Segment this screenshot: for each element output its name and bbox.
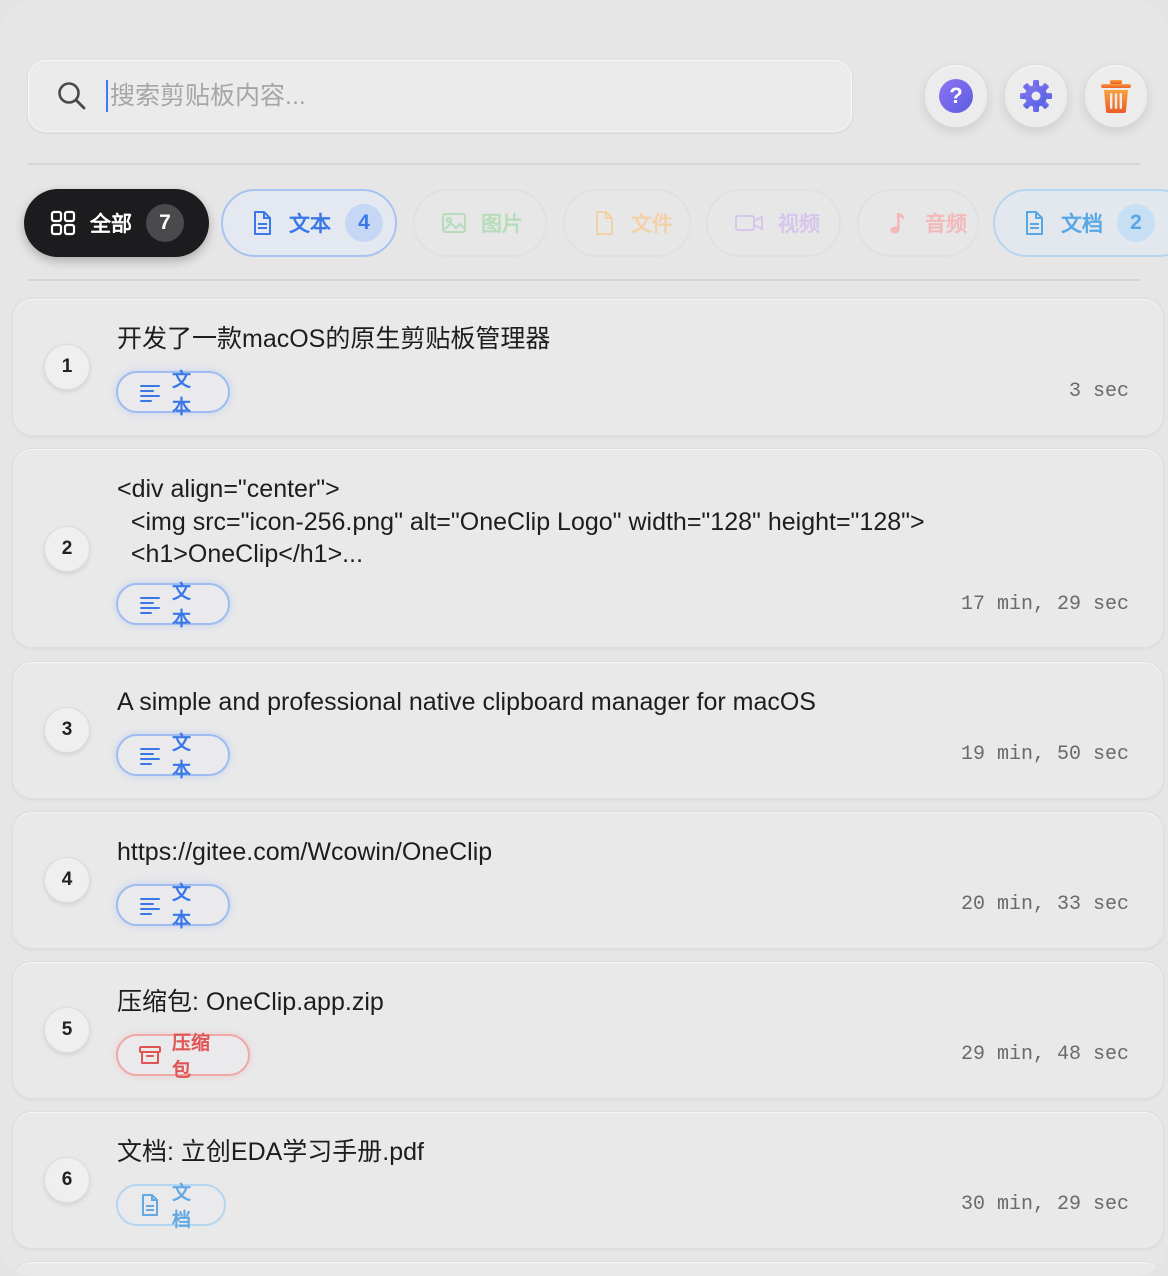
item-index: 2 (44, 526, 90, 572)
clipboard-item[interactable]: 5 压缩包: OneClip.app.zip 压缩包 29 min, 48 se… (12, 961, 1164, 1099)
item-index: 5 (44, 1007, 90, 1053)
filter-label: 视频 (778, 213, 820, 236)
item-type-label: 文本 (172, 370, 192, 418)
file-icon (596, 211, 613, 235)
item-timestamp: 30 min, 29 sec (960, 1193, 1129, 1216)
search-bar[interactable] (28, 60, 852, 132)
item-content: 开发了一款macOS的原生剪贴板管理器 (117, 325, 551, 353)
search-icon (58, 82, 86, 110)
filter-text[interactable]: 文本 4 (221, 189, 397, 257)
item-timestamp: 29 min, 48 sec (960, 1043, 1129, 1066)
item-index: 4 (44, 857, 90, 903)
item-content: A simple and professional native clipboa… (117, 688, 816, 716)
filter-image[interactable]: 图片 (413, 189, 547, 257)
item-content: https://gitee.com/Wcowin/OneClip (117, 838, 493, 866)
item-type-tag: 文本 (116, 582, 230, 630)
filter-bar: 全部 7 文本 4 图片 文件 视频 音频 文档 2 (24, 189, 1168, 257)
clipboard-item[interactable]: 3 A simple and professional native clipb… (12, 661, 1164, 799)
item-timestamp: 3 sec (1068, 380, 1129, 403)
divider (28, 279, 1140, 281)
item-content: 文档: 立创EDA学习手册.pdf (117, 1138, 424, 1166)
filter-label: 音频 (925, 213, 967, 236)
question-icon: ? (939, 79, 973, 113)
text-lines-icon (140, 898, 160, 915)
item-type-tag: 文本 (116, 370, 230, 418)
music-icon (890, 213, 905, 234)
clipboard-item[interactable]: 4 https://gitee.com/Wcowin/OneClip 文本 20… (12, 811, 1164, 949)
search-input[interactable] (106, 80, 786, 112)
filter-label: 文本 (289, 213, 331, 236)
filter-label: 全部 (90, 213, 132, 236)
text-lines-icon (140, 385, 160, 402)
item-index: 3 (44, 707, 90, 753)
text-lines-icon (140, 597, 160, 614)
filter-file[interactable]: 文件 (563, 189, 691, 257)
item-index: 1 (44, 344, 90, 390)
clipboard-manager-window: ? (0, 0, 1168, 1276)
help-button[interactable]: ? (924, 64, 988, 128)
item-content: <div align="center"> <img src="icon-256.… (117, 475, 925, 568)
item-timestamp: 17 min, 29 sec (960, 593, 1129, 616)
video-icon (735, 215, 763, 231)
item-type-label: 文本 (172, 883, 192, 931)
filter-document[interactable]: 文档 2 (993, 189, 1168, 257)
item-type-tag: 文档 (116, 1183, 226, 1231)
item-type-tag: 文本 (116, 733, 230, 781)
image-icon (442, 213, 466, 233)
item-timestamp: 19 min, 50 sec (960, 743, 1129, 766)
item-type-label: 压缩包 (172, 1033, 211, 1081)
trash-icon (1101, 80, 1131, 113)
text-lines-icon (140, 748, 160, 765)
item-type-label: 文本 (172, 582, 192, 630)
filter-count-badge: 4 (345, 204, 383, 242)
item-timestamp: 20 min, 33 sec (960, 893, 1129, 916)
item-type-tag: 文本 (116, 883, 230, 931)
document-icon (254, 211, 271, 235)
filter-audio[interactable]: 音频 (857, 189, 979, 257)
item-content: 压缩包: OneClip.app.zip (117, 988, 384, 1016)
item-type-tag: 压缩包 (116, 1033, 250, 1081)
item-type-label: 文本 (172, 733, 192, 781)
document-icon (1026, 211, 1043, 235)
grid-icon (50, 210, 76, 236)
filter-count-badge: 2 (1117, 204, 1155, 242)
filter-all[interactable]: 全部 7 (24, 189, 209, 257)
settings-button[interactable] (1004, 64, 1068, 128)
clipboard-item[interactable] (12, 1261, 1164, 1276)
filter-count-badge: 7 (146, 204, 184, 242)
item-index: 6 (44, 1157, 90, 1203)
top-bar: ? (28, 60, 1148, 134)
document-icon (142, 1194, 158, 1216)
filter-label: 文档 (1061, 213, 1103, 236)
clipboard-item[interactable]: 1 开发了一款macOS的原生剪贴板管理器 文本 3 sec (12, 298, 1164, 436)
clipboard-item[interactable]: 2 <div align="center"> <img src="icon-25… (12, 448, 1164, 648)
divider (28, 163, 1140, 165)
filter-label: 文件 (631, 213, 673, 236)
gear-icon (1020, 80, 1052, 112)
clear-all-button[interactable] (1084, 64, 1148, 128)
item-type-label: 文档 (172, 1183, 192, 1231)
filter-label: 图片 (481, 213, 523, 236)
archive-icon (139, 1046, 161, 1064)
filter-video[interactable]: 视频 (706, 189, 841, 257)
clipboard-item[interactable]: 6 文档: 立创EDA学习手册.pdf 文档 30 min, 29 sec (12, 1111, 1164, 1249)
